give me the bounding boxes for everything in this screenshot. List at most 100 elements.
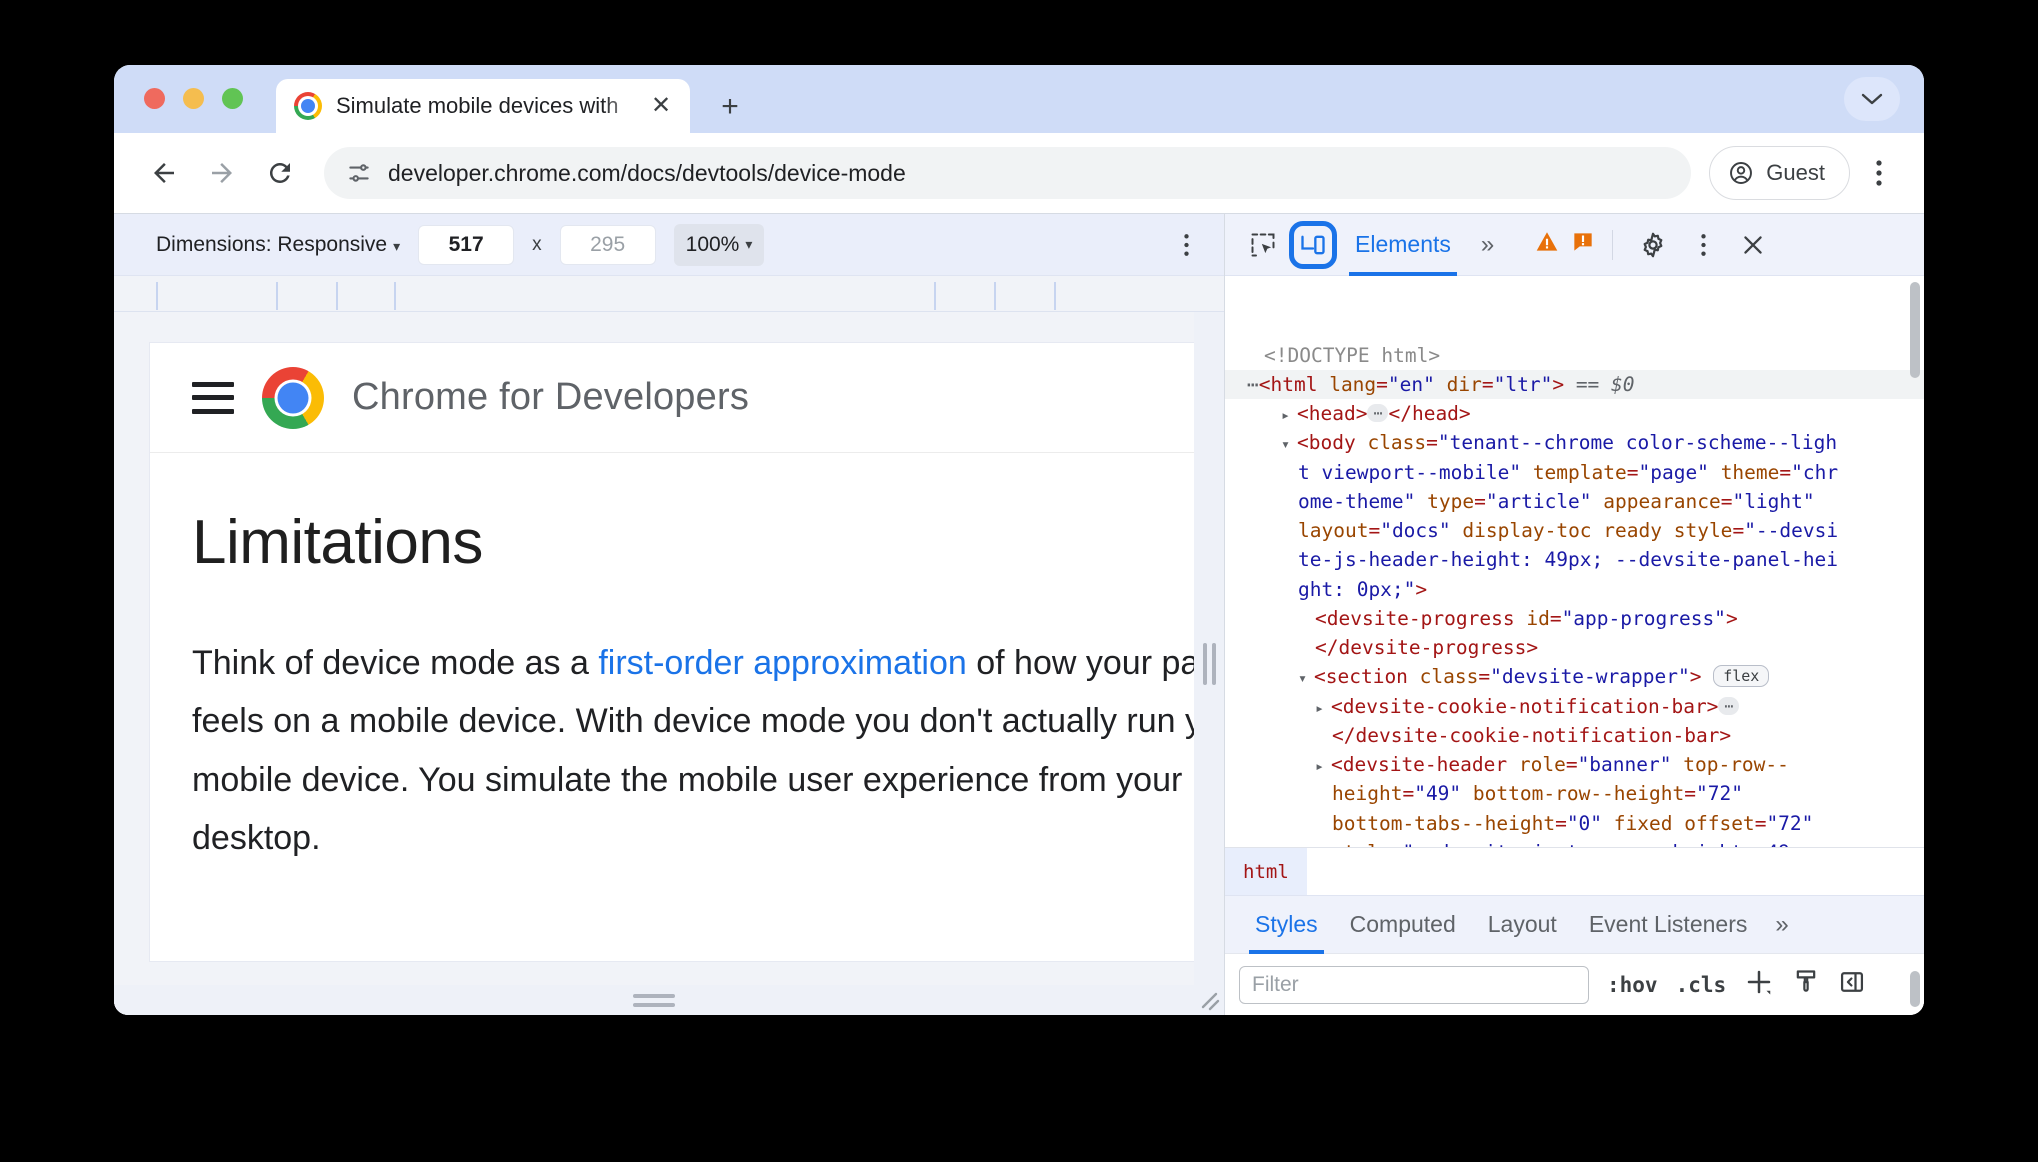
expand-triangle-icon: ▾ bbox=[1298, 669, 1308, 688]
hamburger-menu-icon[interactable] bbox=[192, 381, 234, 414]
styles-scrollbar[interactable] bbox=[1910, 971, 1920, 1007]
dom-line[interactable]: ▾ <section class="devsite-wrapper"> flex bbox=[1225, 662, 1924, 691]
expand-triangle-icon: ▾ bbox=[1281, 435, 1291, 454]
new-tab-button[interactable]: + bbox=[710, 87, 750, 127]
tab-title: Simulate mobile devices with bbox=[336, 93, 619, 118]
error-message-icon[interactable] bbox=[1570, 229, 1596, 260]
dom-line[interactable]: style="--devsite-js-top-row--height: 49p… bbox=[1225, 838, 1924, 847]
close-icon[interactable] bbox=[1729, 221, 1777, 269]
width-input[interactable]: 517 bbox=[418, 224, 515, 265]
paintbrush-icon[interactable] bbox=[1792, 968, 1820, 1001]
dom-line[interactable]: te-js-header-height: 49px; --devsite-pan… bbox=[1225, 545, 1924, 574]
omnibox-toolbar: developer.chrome.com/docs/devtools/devic… bbox=[114, 133, 1924, 213]
address-bar[interactable]: developer.chrome.com/docs/devtools/devic… bbox=[324, 147, 1692, 199]
viewport-ruler[interactable] bbox=[114, 276, 1224, 312]
chevron-down-icon: ▾ bbox=[745, 236, 753, 252]
arrow-left-icon[interactable] bbox=[138, 147, 190, 199]
dom-line[interactable]: ▸ <devsite-header role="banner" top-row-- bbox=[1225, 750, 1924, 779]
dom-line[interactable]: height="49" bottom-row--height="72" bbox=[1225, 779, 1924, 808]
resize-handle-vertical-icon[interactable] bbox=[1194, 312, 1224, 1015]
more-tabs-chevron-icon[interactable]: » bbox=[1469, 231, 1506, 259]
reload-icon[interactable] bbox=[254, 147, 306, 199]
styles-toolbar: :hov .cls bbox=[1225, 953, 1924, 1015]
maximize-window-button[interactable] bbox=[222, 88, 243, 109]
resize-corner-icon[interactable] bbox=[1194, 985, 1224, 1015]
dom-line[interactable]: ome-theme" type="article" appearance="li… bbox=[1225, 487, 1924, 516]
zoom-value: 100% bbox=[685, 232, 740, 256]
dom-line[interactable]: ght: 0px;"> bbox=[1225, 575, 1924, 604]
devtools-panel: Elements » <!DOCTYPE html> ⋯<html lang="… bbox=[1224, 214, 1924, 1015]
warning-triangle-icon[interactable] bbox=[1534, 229, 1560, 260]
dom-scrollbar[interactable] bbox=[1910, 282, 1920, 378]
tab-styles[interactable]: Styles bbox=[1239, 896, 1334, 954]
filter-input[interactable] bbox=[1239, 965, 1589, 1004]
site-title: Chrome for Developers bbox=[352, 376, 750, 418]
tab-event-listeners[interactable]: Event Listeners bbox=[1573, 896, 1764, 954]
dom-line[interactable]: ▾ <body class="tenant--chrome color-schem… bbox=[1225, 428, 1924, 457]
kebab-menu-icon[interactable] bbox=[1856, 150, 1902, 196]
url-text: developer.chrome.com/docs/devtools/devic… bbox=[388, 159, 906, 186]
flex-badge: flex bbox=[1713, 665, 1770, 688]
expand-triangle-icon: ▸ bbox=[1315, 698, 1325, 717]
emulated-viewport: Chrome for Developers Limitations Think … bbox=[149, 342, 1199, 962]
profile-button[interactable]: Guest bbox=[1709, 146, 1850, 200]
tune-site-settings-icon[interactable] bbox=[346, 160, 372, 186]
devtools-toolbar: Elements » bbox=[1225, 214, 1924, 276]
cls-toggle-button[interactable]: .cls bbox=[1676, 973, 1727, 997]
device-emulation-pane: Dimensions: Responsive ▾ 517 x 295 100% ▾ bbox=[114, 214, 1224, 1015]
dom-line[interactable]: </devsite-progress> bbox=[1225, 633, 1924, 662]
multiply-symbol: x bbox=[532, 233, 542, 255]
device-mode-toolbar: Dimensions: Responsive ▾ 517 x 295 100% ▾ bbox=[114, 214, 1224, 276]
height-input[interactable]: 295 bbox=[559, 224, 656, 265]
chevron-down-icon: ▾ bbox=[393, 237, 401, 254]
browser-window: Simulate mobile devices with ✕ + develop… bbox=[114, 65, 1924, 1015]
arrow-right-icon[interactable] bbox=[196, 147, 248, 199]
tab-elements[interactable]: Elements bbox=[1339, 214, 1467, 276]
paragraph-text-before: Think of device mode as a bbox=[192, 644, 599, 682]
dimensions-label: Dimensions: Responsive bbox=[156, 232, 388, 256]
close-icon[interactable]: ✕ bbox=[646, 91, 676, 121]
first-order-approximation-link[interactable]: first-order approximation bbox=[598, 644, 966, 682]
resize-handle-horizontal-icon[interactable] bbox=[114, 985, 1194, 1015]
dom-line[interactable]: <devsite-progress id="app-progress"> bbox=[1225, 604, 1924, 633]
dom-line[interactable]: bottom-tabs--height="0" fixed offset="72… bbox=[1225, 809, 1924, 838]
tab-strip: Simulate mobile devices with ✕ + bbox=[114, 65, 1924, 133]
plus-icon[interactable] bbox=[1744, 967, 1774, 1002]
document-body: Limitations Think of device mode as a fi… bbox=[150, 453, 1198, 868]
body-paragraph: Think of device mode as a first-order ap… bbox=[192, 634, 1198, 868]
kebab-menu-icon[interactable] bbox=[1679, 221, 1727, 269]
window-traffic-lights bbox=[144, 88, 243, 109]
dom-line[interactable]: <!DOCTYPE html> bbox=[1225, 341, 1924, 370]
device-toolbar-icon[interactable] bbox=[1289, 220, 1337, 269]
gear-icon[interactable] bbox=[1629, 221, 1677, 269]
inspect-element-icon[interactable] bbox=[1239, 221, 1287, 269]
breadcrumb-item-html[interactable]: html bbox=[1225, 847, 1307, 896]
dom-line[interactable]: </devsite-cookie-notification-bar> bbox=[1225, 721, 1924, 750]
dom-line[interactable]: ▸ <head> ⋯ </head> bbox=[1225, 399, 1924, 428]
tab-layout[interactable]: Layout bbox=[1472, 896, 1573, 954]
minimize-window-button[interactable] bbox=[183, 88, 204, 109]
chevron-down-icon[interactable] bbox=[1844, 77, 1900, 121]
viewport-wrapper: Chrome for Developers Limitations Think … bbox=[114, 312, 1224, 1015]
zoom-dropdown[interactable]: 100% ▾ bbox=[673, 223, 765, 266]
tab-computed[interactable]: Computed bbox=[1334, 896, 1472, 954]
kebab-menu-icon[interactable] bbox=[1166, 232, 1206, 258]
dimensions-dropdown[interactable]: Dimensions: Responsive ▾ bbox=[156, 233, 400, 257]
chrome-logo-icon bbox=[262, 366, 324, 429]
expand-triangle-icon: ▸ bbox=[1315, 757, 1325, 775]
collapsed-children-badge: ⋯ bbox=[1718, 696, 1740, 715]
browser-tab[interactable]: Simulate mobile devices with ✕ bbox=[276, 79, 690, 133]
dom-line[interactable]: layout="docs" display-toc ready style="-… bbox=[1225, 516, 1924, 545]
dom-tree[interactable]: <!DOCTYPE html> ⋯<html lang="en" dir="ltr… bbox=[1225, 276, 1924, 847]
toolbar-divider bbox=[1612, 229, 1614, 260]
dom-line[interactable]: ▸ <devsite-cookie-notification-bar> ⋯ bbox=[1225, 692, 1924, 721]
hov-toggle-button[interactable]: :hov bbox=[1607, 973, 1658, 997]
dom-line[interactable]: ⋯<html lang="en" dir="ltr"> == $0 bbox=[1225, 369, 1924, 399]
page-title: Limitations bbox=[192, 508, 483, 577]
chrome-logo-icon bbox=[294, 92, 322, 120]
expand-triangle-icon: ▸ bbox=[1281, 406, 1291, 424]
dom-line[interactable]: t viewport--mobile" template="page" them… bbox=[1225, 458, 1924, 487]
toggle-sidebar-icon[interactable] bbox=[1838, 968, 1866, 1001]
more-sidebar-tabs-chevron-icon[interactable]: » bbox=[1763, 911, 1800, 939]
close-window-button[interactable] bbox=[144, 88, 165, 109]
